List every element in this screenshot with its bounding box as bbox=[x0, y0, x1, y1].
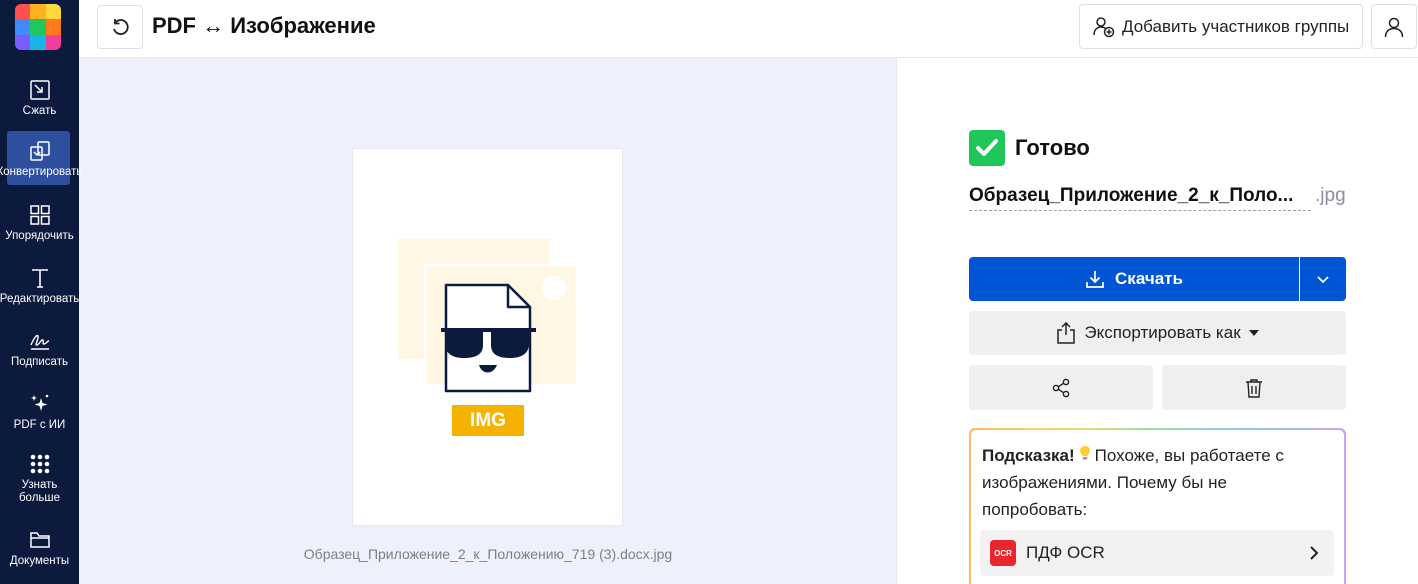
add-members-label: Добавить участников группы bbox=[1122, 16, 1350, 36]
sidebar-item-ai[interactable]: PDF с ИИ bbox=[0, 384, 79, 440]
image-file-illustration bbox=[398, 239, 579, 436]
edit-text-icon bbox=[28, 266, 52, 290]
trash-icon bbox=[1244, 378, 1264, 398]
page-title: PDF ↔ Изображение bbox=[152, 13, 376, 38]
output-filename-row: Образец_Приложение_2_к_Поло... .jpg bbox=[969, 185, 1347, 211]
sidebar-item-label: Конвертировать bbox=[0, 166, 83, 178]
folder-icon bbox=[28, 528, 52, 552]
convert-icon bbox=[28, 139, 52, 163]
download-label: Скачать bbox=[1115, 269, 1183, 288]
output-filename[interactable]: Образец_Приложение_2_к_Поло... bbox=[969, 185, 1311, 211]
download-icon bbox=[1085, 269, 1105, 289]
export-icon bbox=[1056, 322, 1076, 344]
caret-down-icon bbox=[1248, 330, 1259, 336]
apps-grid-icon bbox=[28, 452, 52, 476]
output-extension: .jpg bbox=[1315, 185, 1346, 206]
organize-icon bbox=[28, 203, 52, 227]
ai-sparkle-icon bbox=[28, 392, 52, 416]
sidebar-item-sign[interactable]: Подписать bbox=[0, 321, 79, 377]
sidebar-item-label: Документы bbox=[9, 555, 70, 567]
sidebar-item-label: Упорядочить bbox=[5, 230, 74, 242]
chevron-right-icon bbox=[1308, 545, 1320, 561]
sidebar: Сжать Конвертировать Упорядочить Редакти… bbox=[0, 0, 83, 584]
result-panel: Готово Образец_Приложение_2_к_Поло... .j… bbox=[896, 58, 1418, 584]
top-bar: PDF ↔ Изображение Добавить участников гр… bbox=[79, 0, 1418, 58]
chevron-down-icon bbox=[1315, 271, 1331, 287]
sidebar-item-label: Узнать больше bbox=[18, 478, 61, 504]
sidebar-item-edit[interactable]: Редактировать bbox=[0, 258, 79, 314]
sidebar-item-documents[interactable]: Документы bbox=[0, 520, 79, 576]
download-options-button[interactable] bbox=[1300, 257, 1346, 301]
hint-text: Подсказка! Похоже, вы работаете с изображ… bbox=[982, 442, 1333, 523]
sidebar-item-label: Сжать bbox=[22, 105, 57, 117]
undo-icon bbox=[110, 17, 130, 37]
share-icon bbox=[1051, 378, 1071, 398]
ocr-label: ПДФ OCR bbox=[1026, 543, 1105, 562]
download-button[interactable]: Скачать bbox=[969, 257, 1299, 301]
sidebar-item-label: Подписать bbox=[11, 356, 68, 368]
sidebar-item-organize[interactable]: Упорядочить bbox=[0, 195, 79, 251]
share-button[interactable] bbox=[969, 365, 1153, 410]
compress-icon bbox=[28, 78, 52, 102]
user-icon bbox=[1383, 16, 1405, 38]
check-icon bbox=[969, 130, 1005, 166]
preview-file-name: Образец_Приложение_2_к_Положению_719 (3)… bbox=[303, 546, 673, 562]
sidebar-item-compress[interactable]: Сжать bbox=[0, 70, 79, 126]
sidebar-item-label: Редактировать bbox=[0, 293, 80, 305]
pdf-ocr-suggestion[interactable]: OCR ПДФ OCR bbox=[980, 530, 1334, 576]
export-as-button[interactable]: Экспортировать как bbox=[969, 311, 1346, 355]
add-user-icon bbox=[1092, 15, 1116, 39]
export-label: Экспортировать как bbox=[1084, 323, 1241, 342]
ocr-icon: OCR bbox=[990, 540, 1016, 566]
lightbulb-icon bbox=[1079, 442, 1091, 469]
delete-button[interactable] bbox=[1162, 365, 1346, 410]
sidebar-item-more[interactable]: Узнать больше bbox=[0, 447, 79, 509]
account-button[interactable] bbox=[1371, 4, 1417, 49]
status-text: Готово bbox=[1015, 135, 1090, 160]
app-logo[interactable] bbox=[15, 4, 61, 50]
img-badge-label: IMG bbox=[470, 409, 506, 431]
add-group-members-button[interactable]: Добавить участников группы bbox=[1079, 4, 1363, 49]
hint-title: Подсказка! bbox=[982, 446, 1075, 465]
file-preview-card: IMG bbox=[352, 148, 623, 526]
sidebar-item-label: PDF с ИИ bbox=[13, 419, 66, 431]
status-row: Готово bbox=[969, 130, 1090, 166]
sign-icon bbox=[28, 329, 52, 353]
sidebar-item-convert[interactable]: Конвертировать bbox=[0, 131, 83, 187]
undo-button[interactable] bbox=[97, 5, 143, 49]
